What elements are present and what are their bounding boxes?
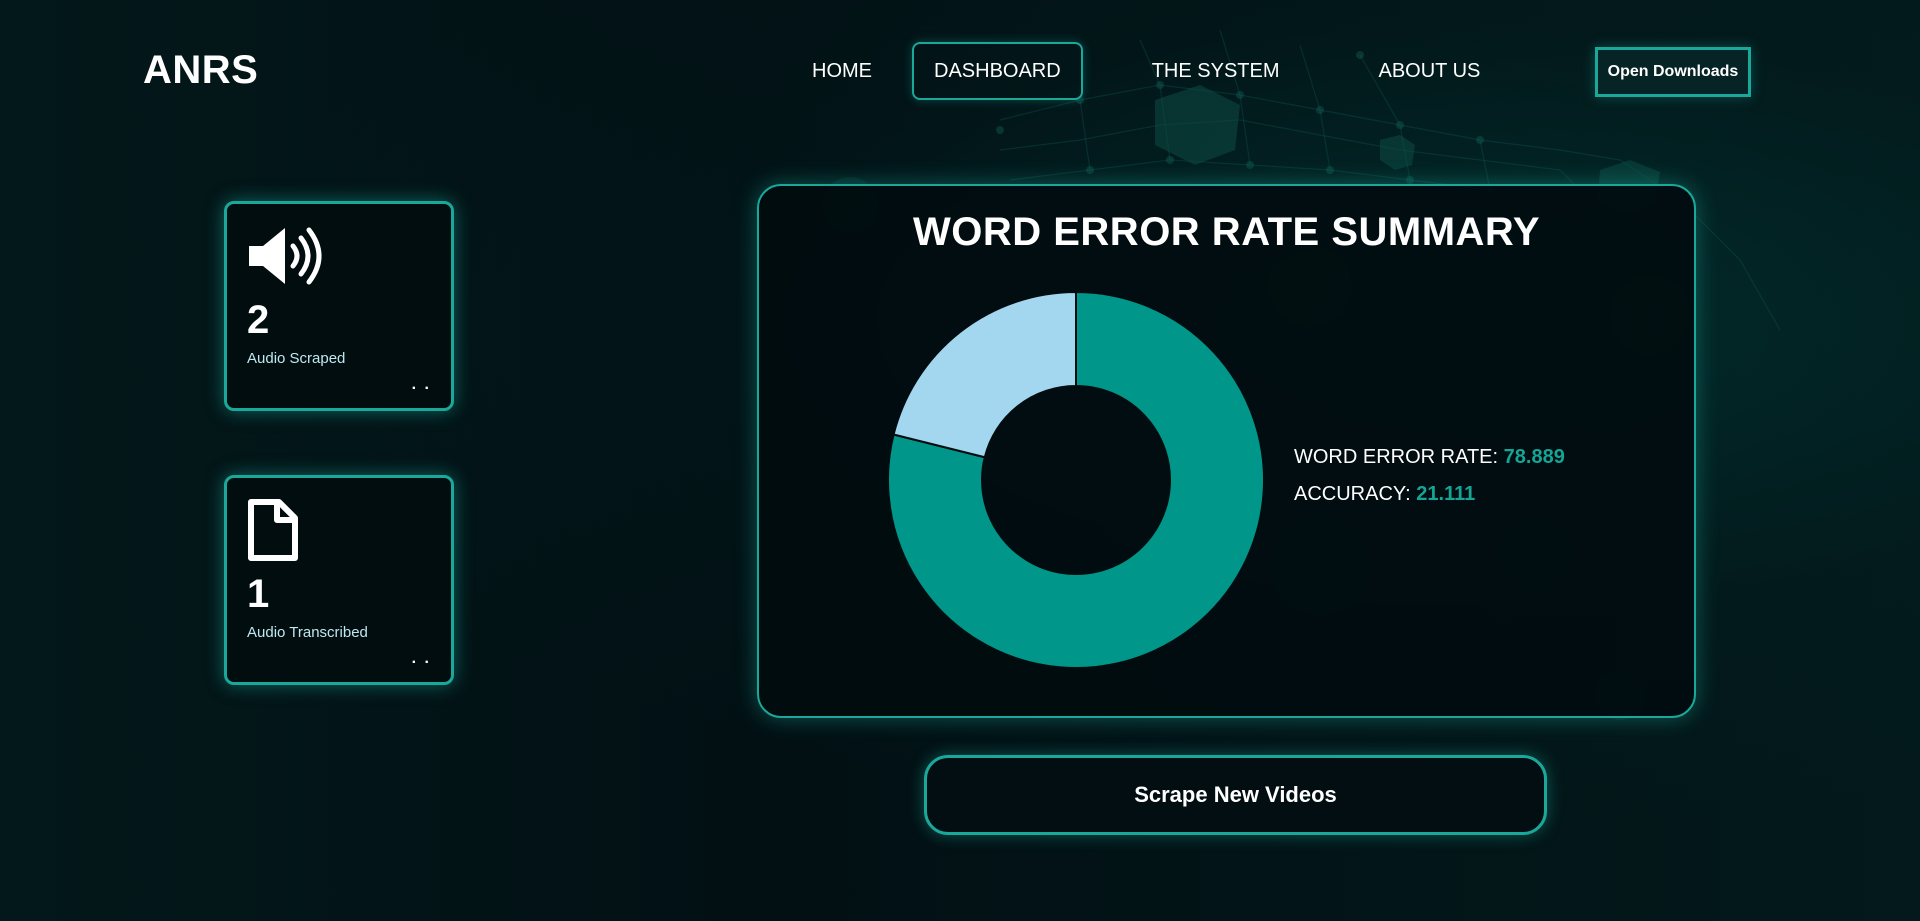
accuracy-line: ACCURACY: 21.111 <box>1294 483 1565 506</box>
audio-transcribed-label: Audio Transcribed <box>247 624 368 641</box>
wer-stats: WORD ERROR RATE: 78.889 ACCURACY: 21.111 <box>1294 446 1565 520</box>
scrape-new-videos-button[interactable]: Scrape New Videos <box>924 755 1547 835</box>
wer-summary-panel: WORD ERROR RATE SUMMARY WORD ERROR RATE:… <box>757 184 1696 718</box>
audio-scraped-label: Audio Scraped <box>247 350 346 367</box>
accuracy-label: ACCURACY: <box>1294 483 1411 505</box>
nav-home[interactable]: HOME <box>790 42 894 100</box>
stat-card-menu-dots[interactable]: . . <box>412 376 431 394</box>
audio-transcribed-count: 1 <box>247 572 270 616</box>
donut-slice-accuracy[interactable] <box>892 290 1077 459</box>
nav-the-system[interactable]: THE SYSTEM <box>1130 42 1302 100</box>
nav-about-us[interactable]: ABOUT US <box>1357 42 1503 100</box>
accuracy-value: 21.111 <box>1416 483 1476 505</box>
wer-value: 78.889 <box>1503 446 1565 468</box>
wer-summary-title: WORD ERROR RATE SUMMARY <box>912 210 1541 254</box>
stat-card-menu-dots[interactable]: . . <box>412 650 431 668</box>
audio-scraped-count: 2 <box>247 298 270 342</box>
open-downloads-button[interactable]: Open Downloads <box>1595 47 1751 97</box>
brand-logo[interactable]: ANRS <box>143 48 258 93</box>
nav-dashboard[interactable]: DASHBOARD <box>912 42 1083 100</box>
stat-card-audio-scraped: 2 Audio Scraped . . <box>224 201 454 411</box>
main-nav: HOME DASHBOARD THE SYSTEM ABOUT US <box>790 40 1502 102</box>
speaker-icon <box>249 227 322 285</box>
wer-label: WORD ERROR RATE: <box>1294 446 1499 468</box>
wer-donut-chart <box>887 290 1265 669</box>
stat-card-audio-transcribed: 1 Audio Transcribed . . <box>224 475 454 685</box>
wer-line: WORD ERROR RATE: 78.889 <box>1294 446 1565 469</box>
document-icon <box>248 499 298 561</box>
